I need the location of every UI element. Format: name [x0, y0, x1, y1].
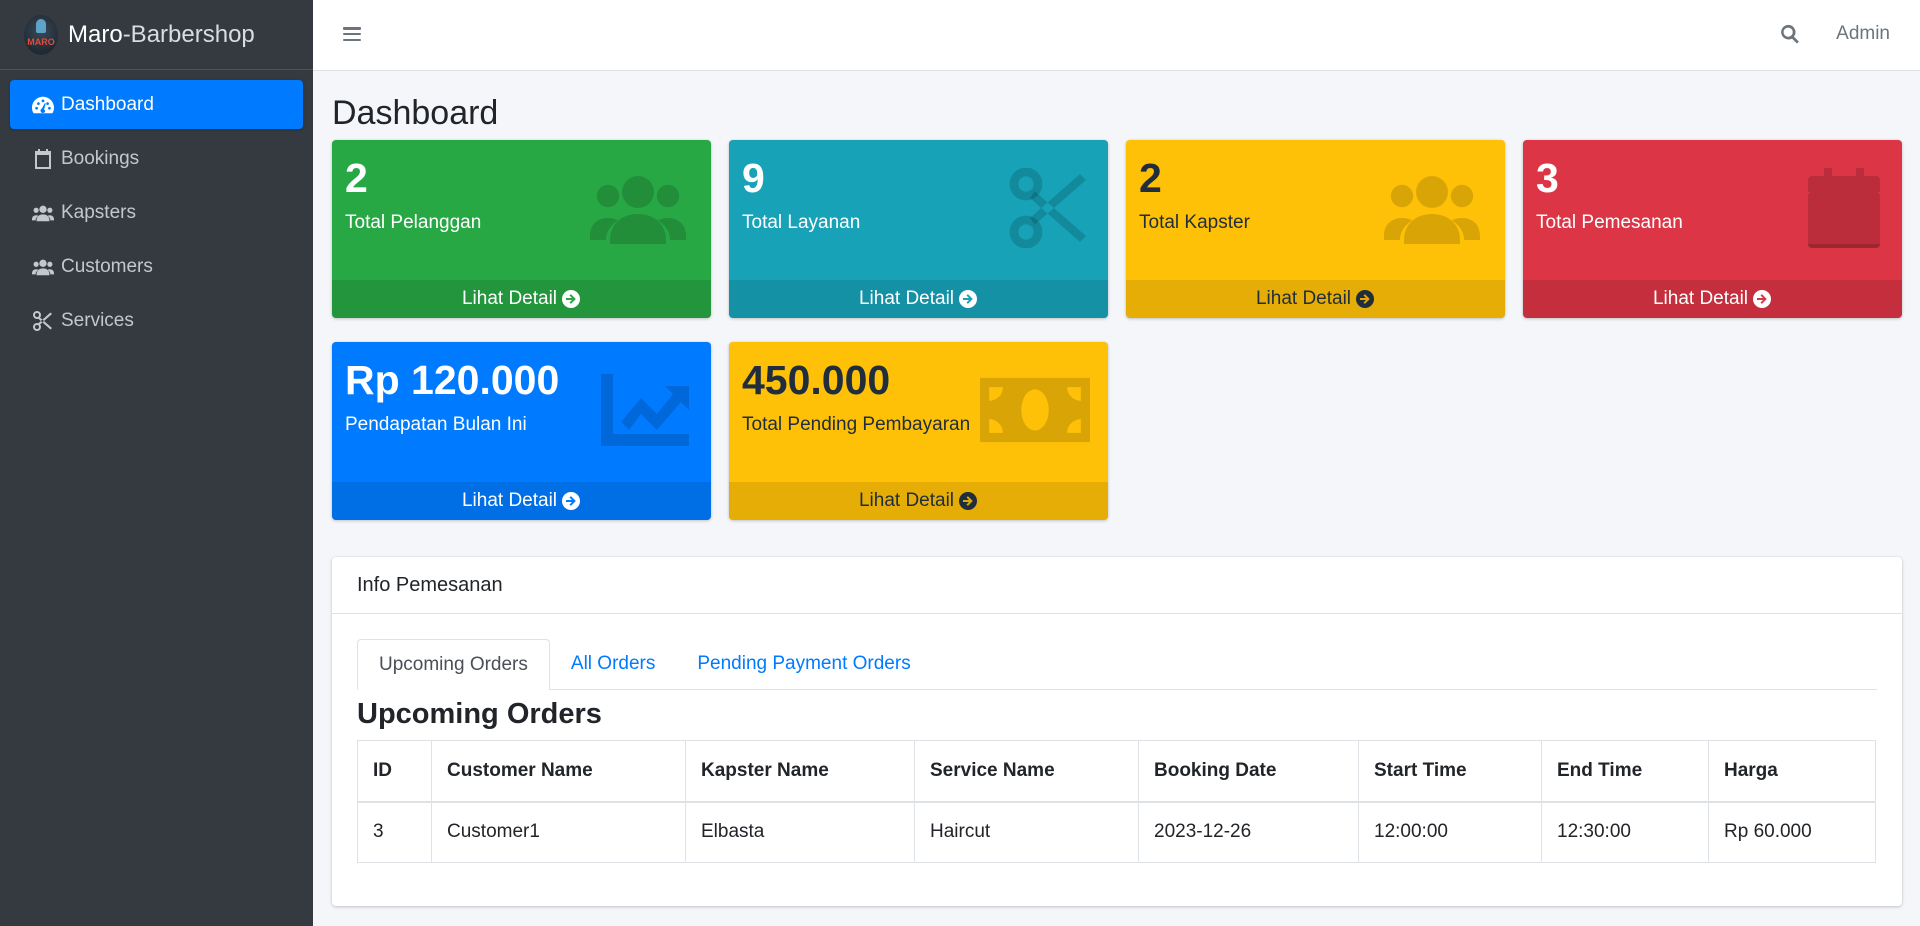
- users-icon: [583, 168, 693, 248]
- tab-upcoming-orders[interactable]: Upcoming Orders: [357, 639, 550, 690]
- topbar: Admin: [313, 0, 1920, 71]
- column-header: Kapster Name: [685, 740, 915, 803]
- arrow-circle-right-icon: [561, 491, 581, 511]
- calendar-icon: [1774, 168, 1884, 248]
- scissors-icon: [31, 310, 55, 331]
- card-header: Info Pemesanan: [332, 557, 1902, 614]
- sidebar-item-label: Kapsters: [61, 201, 136, 223]
- sidebar-nav: Dashboard Bookings Kapsters Customers Se…: [0, 70, 313, 360]
- stat-card-detail-link[interactable]: Lihat Detail: [729, 280, 1108, 318]
- column-header: Harga: [1708, 740, 1876, 803]
- arrow-circle-right-icon: [1355, 289, 1375, 309]
- stat-card-total-layanan: 9 Total Layanan Lihat Detail: [729, 140, 1108, 318]
- table-cell: 12:30:00: [1541, 801, 1709, 863]
- table-cell: Elbasta: [685, 801, 915, 863]
- column-header: Start Time: [1358, 740, 1542, 803]
- arrow-circle-right-icon: [958, 491, 978, 511]
- sidebar-item-label: Customers: [61, 255, 153, 277]
- brand-text: Maro-Barbershop: [68, 20, 255, 48]
- table-cell: 12:00:00: [1358, 801, 1542, 863]
- info-pemesanan-card: Info Pemesanan Upcoming Orders All Order…: [332, 557, 1902, 906]
- stat-card-detail-link[interactable]: Lihat Detail: [332, 280, 711, 318]
- sidebar-item-kapsters[interactable]: Kapsters: [10, 188, 303, 237]
- column-header: Service Name: [914, 740, 1139, 803]
- sidebar-item-label: Services: [61, 309, 134, 331]
- column-header: End Time: [1541, 740, 1709, 803]
- table-cell: Rp 60.000: [1708, 801, 1876, 863]
- table-header-row: ID Customer Name Kapster Name Service Na…: [357, 740, 1876, 803]
- stat-card-total-pelanggan: 2 Total Pelanggan Lihat Detail: [332, 140, 711, 318]
- table-cell: Customer1: [431, 801, 686, 863]
- sidebar: MARO Maro-Barbershop Dashboard Bookings …: [0, 0, 313, 926]
- tab-pending-payment-orders[interactable]: Pending Payment Orders: [676, 639, 931, 689]
- chart-line-icon: [583, 370, 693, 450]
- section-title: Upcoming Orders: [357, 698, 602, 730]
- tab-all-orders[interactable]: All Orders: [550, 639, 676, 689]
- stat-card-pending-pembayaran: 450.000 Total Pending Pembayaran Lihat D…: [729, 342, 1108, 520]
- stat-cards: 2 Total Pelanggan Lihat Detail 9 Total L…: [332, 140, 1902, 520]
- column-header: Customer Name: [431, 740, 686, 803]
- sidebar-item-dashboard[interactable]: Dashboard: [10, 80, 303, 129]
- calendar-icon: [31, 148, 55, 169]
- column-header: Booking Date: [1138, 740, 1359, 803]
- sidebar-item-label: Bookings: [61, 147, 140, 169]
- stat-card-detail-link[interactable]: Lihat Detail: [332, 482, 711, 520]
- sidebar-item-customers[interactable]: Customers: [10, 242, 303, 291]
- table-cell: 2023-12-26: [1138, 801, 1359, 863]
- arrow-circle-right-icon: [561, 289, 581, 309]
- page-title: Dashboard: [332, 94, 499, 132]
- table-cell: Haircut: [914, 801, 1139, 863]
- users-icon: [31, 203, 55, 223]
- sidebar-item-bookings[interactable]: Bookings: [10, 134, 303, 183]
- sidebar-item-services[interactable]: Services: [10, 296, 303, 345]
- money-bill-icon: [980, 370, 1090, 450]
- brand-logo: MARO: [24, 14, 58, 55]
- stat-card-total-kapster: 2 Total Kapster Lihat Detail: [1126, 140, 1505, 318]
- user-menu[interactable]: Admin: [1836, 23, 1890, 45]
- arrow-circle-right-icon: [1752, 289, 1772, 309]
- users-icon: [31, 257, 55, 277]
- logo-text: MARO: [27, 36, 55, 47]
- stat-card-pendapatan: Rp 120.000 Pendapatan Bulan Ini Lihat De…: [332, 342, 711, 520]
- column-header: ID: [357, 740, 432, 803]
- orders-tabs: Upcoming Orders All Orders Pending Payme…: [357, 639, 1877, 690]
- main-content: Dashboard 2 Total Pelanggan Lihat Detail…: [332, 71, 1902, 520]
- stat-card-detail-link[interactable]: Lihat Detail: [729, 482, 1108, 520]
- arrow-circle-right-icon: [958, 289, 978, 309]
- table-cell: 3: [357, 801, 432, 863]
- orders-table: ID Customer Name Kapster Name Service Na…: [357, 740, 1876, 863]
- sidebar-item-label: Dashboard: [61, 93, 154, 115]
- brand-link[interactable]: MARO Maro-Barbershop: [0, 0, 313, 70]
- stat-card-detail-link[interactable]: Lihat Detail: [1523, 280, 1902, 318]
- table-row: 3 Customer1 Elbasta Haircut 2023-12-26 1…: [357, 801, 1876, 863]
- search-icon[interactable]: [1779, 23, 1803, 47]
- stat-card-total-pemesanan: 3 Total Pemesanan Lihat Detail: [1523, 140, 1902, 318]
- scissors-icon: [980, 167, 1090, 249]
- stat-card-detail-link[interactable]: Lihat Detail: [1126, 280, 1505, 318]
- users-icon: [1377, 168, 1487, 248]
- dashboard-icon: [31, 95, 55, 115]
- menu-toggle-icon[interactable]: [343, 25, 361, 43]
